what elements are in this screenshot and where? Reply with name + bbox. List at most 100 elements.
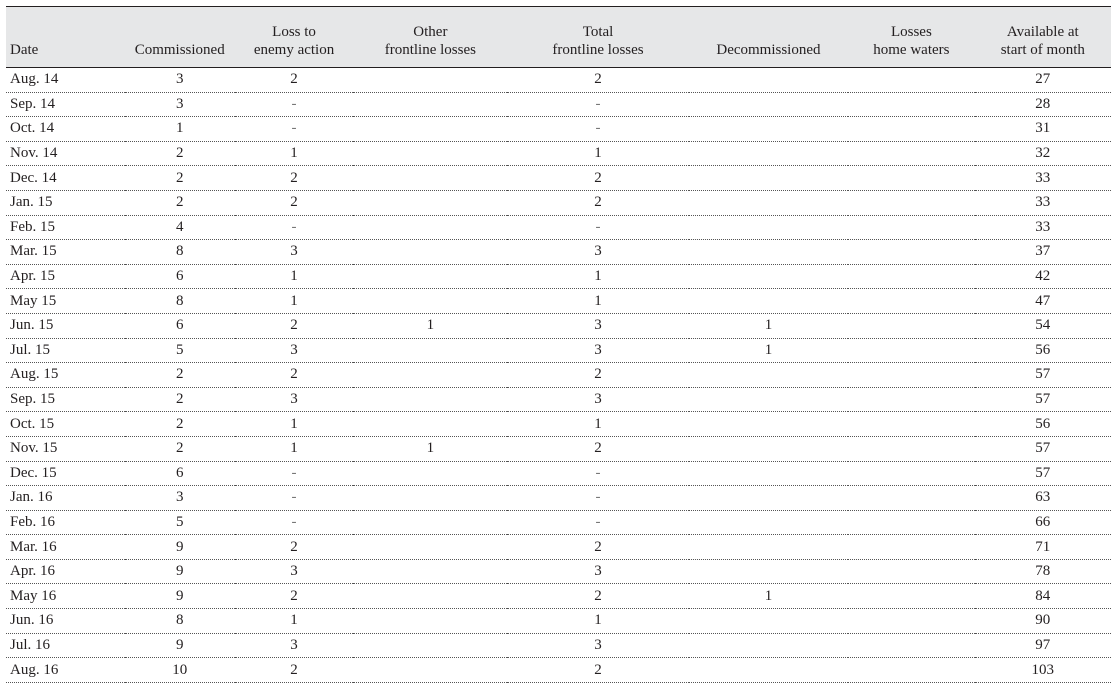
cell-total-frontline: - <box>507 92 689 118</box>
cell-decommissioned <box>688 92 849 118</box>
cell-commissioned: 6 <box>124 461 235 487</box>
cell-other-frontline <box>353 411 508 437</box>
cell-home-waters <box>848 436 975 462</box>
table-row: Jan. 15 2 2 2 33 <box>6 190 1111 216</box>
cell-date: Feb. 16 <box>6 510 125 536</box>
cell-available: 103 <box>974 657 1111 683</box>
cell-available: 97 <box>974 633 1111 659</box>
cell-date: Sep. 14 <box>6 92 125 118</box>
cell-decommissioned: 1 <box>688 313 849 339</box>
cell-total-frontline: - <box>507 485 689 511</box>
cell-commissioned: 4 <box>124 215 235 241</box>
cell-decommissioned <box>688 387 849 413</box>
cell-home-waters <box>848 239 975 265</box>
cell-home-waters <box>848 67 975 93</box>
column-header-enemy-action: Loss to enemy action <box>234 6 354 68</box>
cell-date: May 16 <box>6 583 125 610</box>
cell-decommissioned: 1 <box>688 338 849 364</box>
cell-other-frontline <box>353 338 508 364</box>
cell-total-frontline: 3 <box>507 559 689 585</box>
cell-home-waters <box>848 559 975 585</box>
cell-enemy-action: 2 <box>234 313 354 339</box>
cell-available: 32 <box>974 141 1111 167</box>
cell-decommissioned <box>688 411 849 437</box>
cell-home-waters <box>848 534 975 560</box>
cell-other-frontline <box>353 485 508 511</box>
cell-commissioned: 3 <box>124 485 235 511</box>
cell-available: 57 <box>974 362 1111 388</box>
cell-enemy-action: 1 <box>234 608 354 634</box>
cell-available: 54 <box>974 313 1111 339</box>
cell-home-waters <box>848 141 975 167</box>
cell-date: Oct. 15 <box>6 411 125 437</box>
table-row: Aug. 14 3 2 2 27 <box>6 67 1111 93</box>
cell-date: Jun. 16 <box>6 608 125 634</box>
cell-other-frontline <box>353 264 508 290</box>
cell-other-frontline <box>353 657 508 683</box>
cell-date: Nov. 14 <box>6 141 125 167</box>
cell-decommissioned <box>688 657 849 683</box>
header-row: Date Commissioned Loss to enemy action Othe… <box>6 6 1111 68</box>
cell-total-frontline: 2 <box>507 436 689 462</box>
cell-available: 66 <box>974 510 1111 536</box>
table-row: Feb. 16 5- -66 <box>6 510 1111 536</box>
cell-date: Feb. 15 <box>6 215 125 241</box>
cell-available: 33 <box>974 165 1111 191</box>
column-header-line1 <box>10 23 125 41</box>
table-row: Mar. 16 9 2 2 71 <box>6 534 1111 560</box>
table-row: Jul. 15 5 3 3 1 56 <box>6 338 1111 364</box>
cell-date: Mar. 16 <box>6 534 125 560</box>
cell-commissioned: 9 <box>124 559 235 585</box>
cell-commissioned: 5 <box>124 338 235 364</box>
cell-home-waters <box>848 387 975 413</box>
cell-total-frontline: 1 <box>507 264 689 290</box>
table-container: Date Commissioned Loss to enemy action Othe… <box>6 6 1111 683</box>
table-row: Feb. 15 4- -33 <box>6 215 1111 241</box>
cell-other-frontline <box>353 461 508 487</box>
table-row: Nov. 14 2 1 1 32 <box>6 141 1111 167</box>
column-header-line2: enemy action <box>253 42 335 58</box>
cell-available: 28 <box>974 92 1111 118</box>
column-header-line2: Date <box>10 42 39 58</box>
cell-home-waters <box>848 362 975 388</box>
cell-date: Jan. 16 <box>6 485 125 511</box>
cell-other-frontline <box>353 288 508 314</box>
cell-date: Nov. 15 <box>6 436 125 462</box>
cell-other-frontline <box>353 608 508 634</box>
column-header-total-frontline: Total frontline losses <box>507 6 689 68</box>
cell-other-frontline <box>353 633 508 659</box>
cell-available: 56 <box>974 338 1111 364</box>
cell-enemy-action: 3 <box>234 387 354 413</box>
data-table: Date Commissioned Loss to enemy action Othe… <box>6 6 1111 683</box>
cell-total-frontline: 1 <box>507 608 689 634</box>
cell-decommissioned <box>688 436 849 462</box>
cell-decommissioned <box>688 288 849 314</box>
cell-total-frontline: 1 <box>507 141 689 167</box>
cell-date: Oct. 14 <box>6 116 125 142</box>
cell-available: 57 <box>974 387 1111 413</box>
table-row: Oct. 15 2 1 1 56 <box>6 411 1111 437</box>
cell-commissioned: 8 <box>124 239 235 265</box>
cell-total-frontline: 3 <box>507 387 689 413</box>
cell-enemy-action: 2 <box>234 67 354 93</box>
cell-other-frontline: 1 <box>353 313 508 339</box>
cell-commissioned: 6 <box>124 264 235 290</box>
cell-decommissioned <box>688 559 849 585</box>
cell-commissioned: 2 <box>124 387 235 413</box>
cell-enemy-action: - <box>234 510 354 536</box>
column-header-line2: Decommissioned <box>716 42 821 58</box>
cell-date: Mar. 15 <box>6 239 125 265</box>
cell-enemy-action: 3 <box>234 239 354 265</box>
table-row: Jun. 15 6 2 1 3 1 54 <box>6 313 1111 339</box>
cell-decommissioned <box>688 510 849 536</box>
table-row: Dec. 14 2 2 2 33 <box>6 165 1111 191</box>
cell-decommissioned <box>688 116 849 142</box>
cell-enemy-action: 1 <box>234 288 354 314</box>
cell-home-waters <box>848 165 975 191</box>
cell-date: Aug. 14 <box>6 67 125 93</box>
cell-total-frontline: 3 <box>507 313 689 339</box>
cell-home-waters <box>848 583 975 610</box>
cell-other-frontline <box>353 215 508 241</box>
table-header: Date Commissioned Loss to enemy action Othe… <box>6 6 1111 68</box>
cell-decommissioned: 1 <box>688 583 849 610</box>
